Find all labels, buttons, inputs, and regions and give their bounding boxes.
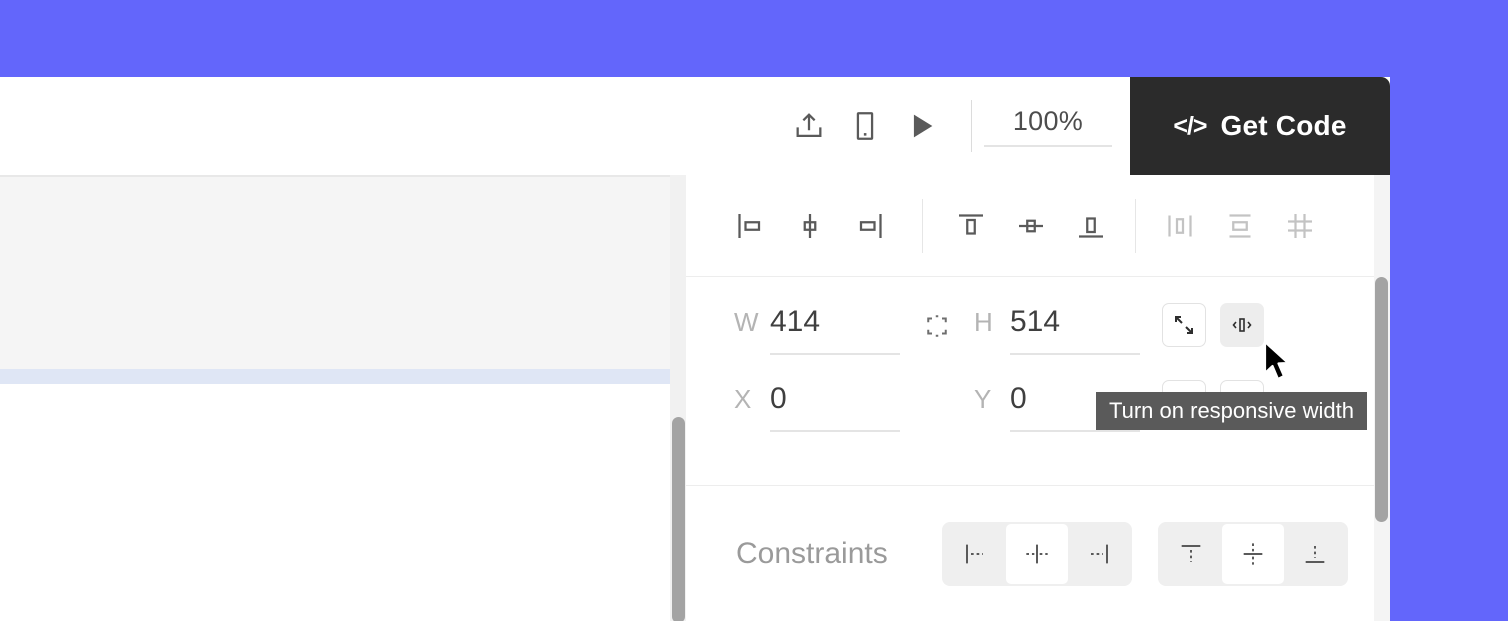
constraint-top-icon[interactable] [1160,524,1222,584]
canvas-scrollbar-thumb[interactable] [672,417,685,621]
top-toolbar: 100% </> Get Code [0,77,1390,175]
inspector-scrollbar-thumb[interactable] [1375,277,1388,522]
constraint-center-vertical-icon[interactable] [1222,524,1284,584]
width-label: W [734,307,759,337]
constraints-label: Constraints [736,537,888,570]
distribute-vertical-icon[interactable] [1210,196,1270,256]
horizontal-constraints-group [942,522,1132,586]
height-field: H [974,305,1140,355]
constraint-center-horizontal-icon[interactable] [1006,524,1068,584]
height-input[interactable] [1010,305,1140,355]
get-code-button[interactable]: </> Get Code [1130,77,1390,175]
vertical-align-group [941,196,1121,256]
expand-fit-icon[interactable] [1162,303,1206,347]
share-upload-icon[interactable] [781,98,837,154]
screen-root: 100% </> Get Code W 414 H 514 X 0 Y 0 Co… [0,0,1508,621]
toolbar-divider [971,100,972,152]
code-brackets-icon: </> [1173,111,1207,140]
zoom-control[interactable]: 100% [984,106,1112,147]
mobile-device-icon[interactable] [837,98,893,154]
x-input[interactable] [770,382,900,432]
align-top-icon[interactable] [941,196,1001,256]
width-field: W [734,305,900,355]
y-label: Y [974,384,992,414]
distribute-horizontal-icon[interactable] [1150,196,1210,256]
size-field-row: W H [686,305,1390,382]
aspect-ratio-unlinked-icon[interactable] [900,305,974,341]
x-label: X [734,384,752,414]
vertical-constraints-group [1158,522,1348,586]
horizontal-align-group [720,196,900,256]
align-separator-1 [922,198,923,253]
design-canvas[interactable] [0,175,686,621]
align-bottom-icon[interactable] [1061,196,1121,256]
align-right-icon[interactable] [840,196,900,256]
size-position-section: W H [686,277,1390,486]
alignment-toolbar [686,175,1390,277]
constraint-left-icon[interactable] [944,524,1006,584]
responsive-width-icon[interactable] [1220,303,1264,347]
constraints-section: Constraints [686,486,1390,586]
canvas-element-block[interactable] [0,177,672,369]
canvas-selection-band[interactable] [0,369,686,384]
zoom-value: 100% [1012,105,1084,136]
x-field: X [734,382,900,432]
zoom-underline [984,144,1112,147]
play-preview-icon[interactable] [893,98,949,154]
align-horizontal-center-icon[interactable] [780,196,840,256]
align-left-icon[interactable] [720,196,780,256]
align-vertical-center-icon[interactable] [1001,196,1061,256]
app-window: 100% </> Get Code W 414 H 514 X 0 Y 0 Co… [0,77,1390,621]
width-input[interactable] [770,305,900,355]
tidy-up-grid-icon[interactable] [1270,196,1330,256]
distribute-group [1150,196,1330,256]
get-code-label: Get Code [1220,110,1347,141]
align-separator-2 [1135,198,1136,253]
size-action-buttons [1162,303,1264,347]
constraint-bottom-icon[interactable] [1284,524,1346,584]
position-spacer [900,382,974,388]
height-label: H [974,307,993,337]
constraint-right-icon[interactable] [1068,524,1130,584]
responsive-width-tooltip: Turn on responsive width [1096,392,1367,430]
